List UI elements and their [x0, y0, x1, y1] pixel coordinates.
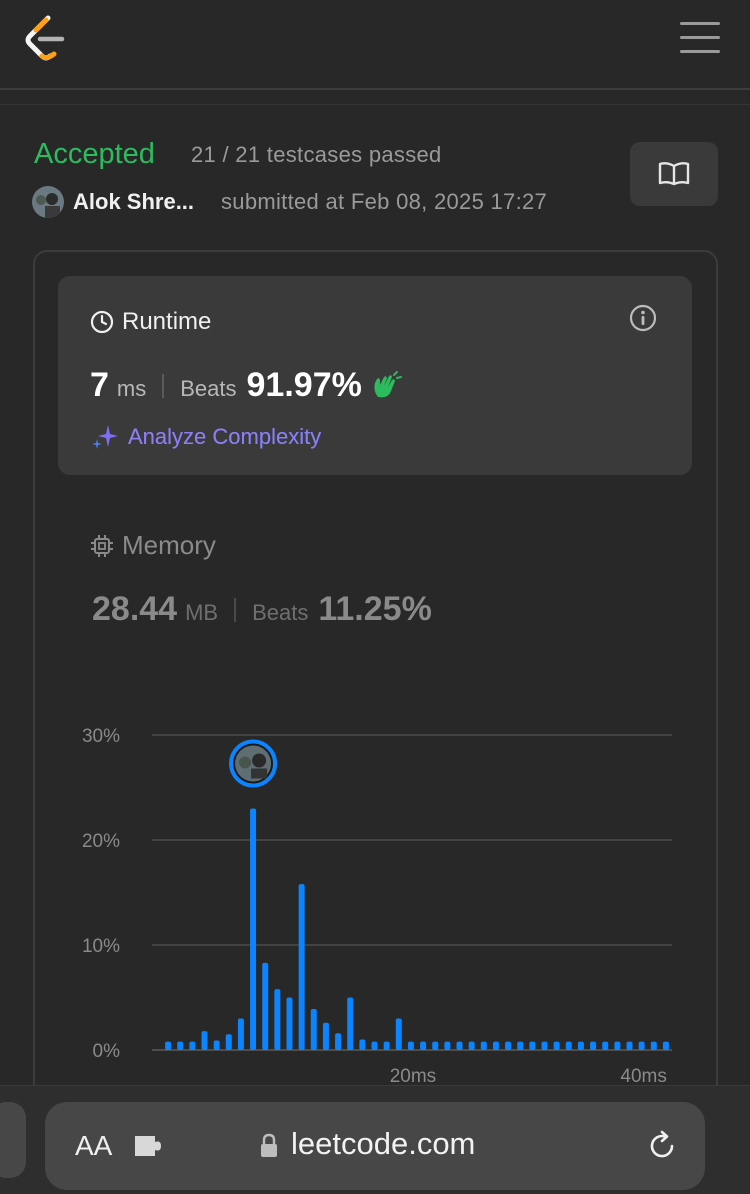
sparkle-icon: [92, 425, 118, 449]
runtime-panel[interactable]: Runtime 7 ms Beats 91.97% Analyze Comple…: [58, 276, 692, 475]
chart-bar[interactable]: [553, 1041, 560, 1050]
chart-bar[interactable]: [322, 1022, 329, 1050]
lock-icon: [261, 1133, 277, 1157]
submitted-at: submitted at Feb 08, 2025 17:27: [221, 189, 548, 214]
x-tick-label: 20ms: [390, 1066, 436, 1087]
chart-bar[interactable]: [213, 1040, 220, 1050]
separator: [162, 373, 165, 398]
chart-bar[interactable]: [468, 1041, 475, 1050]
chart-bar[interactable]: [165, 1041, 172, 1050]
separator: [234, 597, 237, 622]
chart-bar[interactable]: [565, 1041, 572, 1050]
chart-bar[interactable]: [626, 1041, 633, 1050]
chart-bar[interactable]: [359, 1039, 366, 1051]
chart-bar[interactable]: [456, 1041, 463, 1050]
memory-unit: MB: [185, 600, 219, 625]
top-navbar: [0, 0, 750, 90]
chart-bar[interactable]: [274, 989, 281, 1050]
chart-bar[interactable]: [347, 997, 354, 1051]
chart-bar[interactable]: [650, 1041, 657, 1050]
leetcode-logo-icon[interactable]: [22, 14, 66, 64]
chart-bar[interactable]: [432, 1041, 439, 1050]
y-tick-label: 0%: [93, 1041, 121, 1062]
chart-bar[interactable]: [662, 1041, 669, 1050]
hamburger-menu-icon[interactable]: [680, 22, 720, 56]
chart-bar[interactable]: [189, 1041, 196, 1050]
chart-bar[interactable]: [250, 808, 257, 1051]
chart-bar[interactable]: [286, 997, 293, 1051]
chart-bar[interactable]: [177, 1041, 184, 1050]
chart-bar[interactable]: [298, 884, 305, 1050]
submission-status: Accepted: [34, 138, 155, 170]
chart-bar[interactable]: [505, 1041, 512, 1050]
chart-bar[interactable]: [529, 1041, 536, 1050]
username[interactable]: Alok Shre...: [73, 189, 194, 215]
text-size-button[interactable]: AA: [75, 1130, 112, 1162]
chart-bar[interactable]: [638, 1041, 645, 1050]
user-avatar[interactable]: [32, 186, 64, 218]
chart-bar[interactable]: [310, 1009, 317, 1050]
runtime-distribution-chart[interactable]: 0% 10% 20% 30% 20ms 40ms: [60, 715, 690, 1090]
chart-bar[interactable]: [225, 1034, 232, 1050]
previous-tab[interactable]: [0, 1102, 26, 1178]
clapping-hands-icon: [374, 370, 402, 397]
chart-bar[interactable]: [420, 1041, 427, 1050]
chart-bar[interactable]: [602, 1041, 609, 1050]
chart-bar[interactable]: [383, 1041, 390, 1050]
y-tick-label: 30%: [82, 726, 120, 747]
chart-bar[interactable]: [444, 1041, 451, 1050]
chart-bar[interactable]: [492, 1041, 499, 1050]
user-position-marker[interactable]: [229, 739, 278, 788]
address-bar[interactable]: AA leetcode.com: [45, 1102, 705, 1190]
extension-icon[interactable]: [133, 1132, 167, 1160]
runtime-label: Runtime: [122, 308, 212, 335]
url-text[interactable]: leetcode.com: [291, 1126, 475, 1162]
chart-bar[interactable]: [541, 1041, 548, 1050]
memory-title[interactable]: Memory: [90, 530, 216, 561]
divider: [0, 104, 750, 105]
memory-beats-label: Beats: [252, 600, 309, 625]
y-tick-label: 20%: [82, 831, 120, 852]
chart-bar[interactable]: [577, 1041, 584, 1050]
chart-bar[interactable]: [201, 1031, 208, 1050]
editorial-button[interactable]: [630, 142, 718, 206]
analyze-complexity-link[interactable]: Analyze Complexity: [90, 422, 321, 452]
y-tick-label: 10%: [82, 936, 120, 957]
chart-bar[interactable]: [371, 1041, 378, 1050]
testcases-summary: 21 / 21 testcases passed: [191, 142, 442, 167]
memory-label: Memory: [122, 530, 216, 560]
runtime-title: Runtime: [90, 308, 211, 336]
chart-bar[interactable]: [395, 1018, 402, 1051]
book-icon: [658, 162, 690, 186]
runtime-stats: 7 ms Beats 91.97%: [90, 366, 402, 405]
chart-bar[interactable]: [407, 1041, 414, 1050]
browser-toolbar: AA leetcode.com: [0, 1085, 750, 1194]
chart-bar[interactable]: [614, 1041, 621, 1050]
info-icon[interactable]: [628, 303, 658, 333]
analyze-label: Analyze Complexity: [128, 424, 322, 449]
chart-bar[interactable]: [262, 962, 269, 1050]
chart-bar[interactable]: [335, 1033, 342, 1050]
chart-bar[interactable]: [237, 1018, 244, 1051]
memory-stats: 28.44 MB Beats 11.25%: [92, 590, 432, 629]
runtime-beats-label: Beats: [180, 376, 237, 401]
memory-beats-value: 11.25%: [318, 590, 432, 628]
x-tick-label: 40ms: [620, 1066, 666, 1087]
runtime-beats-value: 91.97%: [246, 366, 362, 404]
chip-icon: [91, 534, 113, 557]
reload-icon[interactable]: [645, 1129, 679, 1163]
clock-icon: [90, 310, 114, 334]
chart-bar[interactable]: [590, 1041, 597, 1050]
chart-bar[interactable]: [480, 1041, 487, 1050]
chart-bar[interactable]: [517, 1041, 524, 1050]
runtime-value: 7: [90, 366, 109, 404]
runtime-unit: ms: [116, 376, 147, 401]
memory-value: 28.44: [92, 590, 178, 628]
